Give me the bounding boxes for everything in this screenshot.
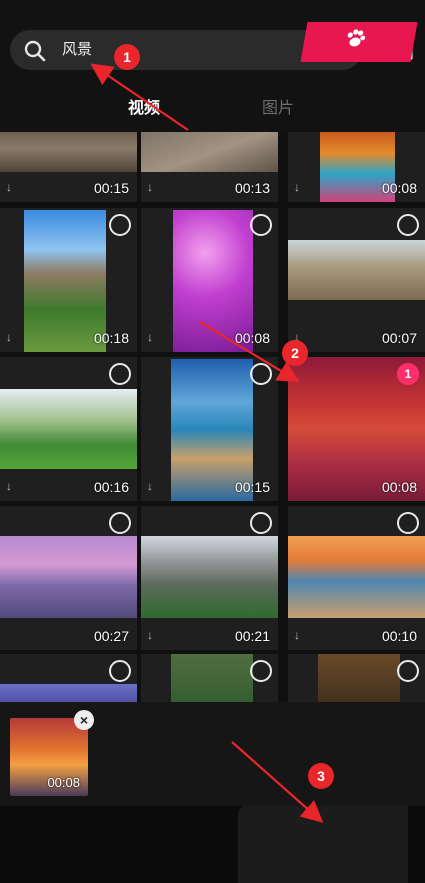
duration-label: 00:10 [381,628,417,644]
selected-tray: 00:08 × [0,702,425,806]
next-button[interactable] [238,806,408,883]
duration-label: 00:27 [93,628,129,644]
annotation-marker-1: 1 [114,44,140,70]
grid-item[interactable]: ↓ 00:10 [288,506,425,650]
duration-label: 00:16 [93,479,129,495]
grid-item[interactable]: ↓ 00:21 [141,506,278,650]
media-tabs: 视频 图片 [0,96,425,132]
grid-item[interactable]: ↓ 00:07 [288,208,425,352]
download-icon: ↓ [147,628,153,642]
thumbnail-forest-village [171,654,253,702]
download-icon: ↓ [147,330,153,344]
watermark-logo [300,22,418,62]
select-circle[interactable] [109,660,131,682]
duration-label: 00:15 [234,479,270,495]
grid-item[interactable]: ↓ 00:08 [288,132,425,202]
media-grid: ↓ 00:15 ↓ 00:13 ↓ 00:08 ↓ 00:18 ↓ 00:08 … [0,132,425,702]
annotation-marker-3: 3 [308,763,334,789]
duration-label: 00:21 [234,628,270,644]
download-icon: ↓ [6,479,12,493]
download-icon: ↓ [6,330,12,344]
grid-item[interactable]: ↓ 00:16 [0,357,137,501]
select-circle[interactable] [109,214,131,236]
grid-item-selected[interactable]: 1 00:08 [288,357,425,501]
duration-label: 00:07 [381,330,417,346]
select-circle[interactable] [397,660,419,682]
duration-label: 00:08 [381,180,417,196]
thumbnail-railway-bridge [141,132,278,172]
grid-item[interactable]: ↓ 00:18 [0,208,137,352]
thumbnail-purple-sea [0,684,137,702]
grid-item[interactable]: ↓ 00:15 [141,357,278,501]
bottom-bar [0,806,425,883]
download-icon: ↓ [294,180,300,194]
select-circle[interactable] [397,214,419,236]
thumbnail-railway [0,132,137,172]
download-icon: ↓ [6,180,12,194]
duration-label: 00:08 [381,479,417,495]
annotation-marker-2: 2 [282,340,308,366]
search-icon [24,40,46,62]
download-icon: ↓ [294,628,300,642]
select-circle[interactable] [109,512,131,534]
duration-label: 00:18 [93,330,129,346]
thumbnail-canyon [288,240,425,300]
thumbnail-beach-sunset [288,536,425,618]
duration-label: 00:08 [234,330,270,346]
duration-label: 00:15 [93,180,129,196]
select-circle[interactable] [250,512,272,534]
grid-item[interactable]: ↓ 00:15 [0,132,137,202]
select-circle[interactable] [250,363,272,385]
select-circle[interactable] [250,660,272,682]
search-input[interactable]: 风景 [62,40,92,60]
grid-item[interactable] [0,654,137,702]
thumbnail-autumn-tree [318,654,400,702]
grid-item[interactable]: ↓ 00:08 [141,208,278,352]
select-circle[interactable] [397,512,419,534]
selection-badge[interactable]: 1 [397,363,419,385]
duration-label: 00:13 [234,180,270,196]
select-circle[interactable] [109,363,131,385]
grid-item[interactable]: ↓ 00:13 [141,132,278,202]
download-icon: ↓ [147,479,153,493]
remove-item-icon[interactable]: × [74,710,94,730]
tab-video[interactable]: 视频 [128,98,160,120]
tab-photo[interactable]: 图片 [262,98,294,120]
grid-item[interactable] [288,654,425,702]
duration-label: 00:08 [47,775,80,790]
grid-item[interactable] [141,654,278,702]
grid-item[interactable]: 00:27 [0,506,137,650]
thumbnail-park [0,389,137,469]
download-icon: ↓ [147,180,153,194]
thumbnail-mountain [141,536,278,618]
paw-icon [347,29,366,47]
select-circle[interactable] [250,214,272,236]
thumbnail-pier-sunset [0,536,137,618]
selected-item[interactable]: 00:08 [10,718,88,796]
